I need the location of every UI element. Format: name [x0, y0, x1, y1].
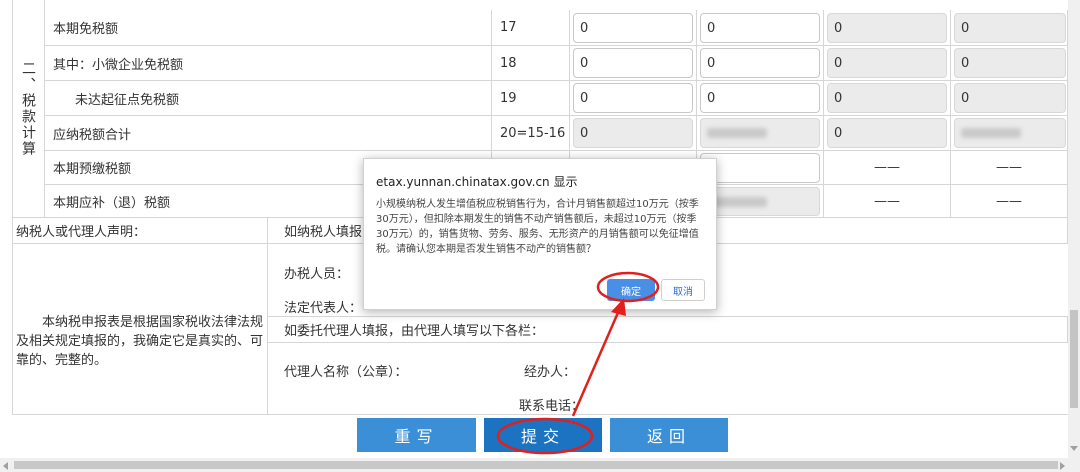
- submit-button[interactable]: 提交: [484, 418, 602, 452]
- row-19-input-3: 0: [827, 83, 947, 113]
- row-19-input-2[interactable]: 0: [700, 83, 820, 113]
- section-label: 二、税款计算: [20, 60, 36, 157]
- dialog-cancel-button[interactable]: 取消: [661, 279, 705, 301]
- horizontal-scrollbar[interactable]: [0, 458, 1080, 472]
- row-20-input-4: [954, 118, 1066, 148]
- dialog-title: etax.yunnan.chinatax.gov.cn 显示: [376, 175, 578, 189]
- row-20-input-1: 0: [573, 118, 693, 148]
- redacted-value: [961, 128, 1021, 138]
- row-line-17: 17: [492, 10, 570, 46]
- declaration-text: 本纳税申报表是根据国家税收法律法规及相关规定填报的，我确定它是真实的、可靠的、完…: [16, 315, 264, 368]
- agent-fill-header: 如委托代理人填报，由代理人填写以下各栏：: [268, 317, 1068, 343]
- dialog-ok-button[interactable]: 确定: [607, 279, 655, 301]
- row-18-input-4: 0: [954, 48, 1066, 78]
- dialog-message: 小规模纳税人发生增值税应税销售行为，合计月销售额超过10万元（按季30万元），但…: [376, 199, 699, 255]
- horizontal-scrollbar-thumb[interactable]: [14, 461, 1058, 469]
- row-17-input-2[interactable]: 0: [700, 13, 820, 43]
- section-label-cell: 二、税款计算: [12, 0, 45, 218]
- declaration-text-cell: 本纳税申报表是根据国家税收法律法规及相关规定填报的，我确定它是真实的、可靠的、完…: [12, 244, 268, 415]
- row-line-19: 19: [492, 81, 570, 116]
- scroll-down-arrow-icon[interactable]: [1070, 446, 1078, 451]
- back-button[interactable]: 返回: [610, 418, 728, 452]
- row-17-input-4: 0: [954, 13, 1066, 43]
- row-payable-col3: ——: [824, 185, 951, 218]
- dash-value: ——: [996, 160, 1022, 175]
- row-18-input-1[interactable]: 0: [573, 48, 693, 78]
- vertical-scrollbar-thumb[interactable]: [1070, 310, 1078, 408]
- row-line-20: 20=15-16: [492, 116, 570, 151]
- row-name-18: 其中：小微企业免税额: [45, 46, 492, 81]
- confirm-dialog: etax.yunnan.chinatax.gov.cn 显示 小规模纳税人发生增…: [363, 158, 717, 310]
- dash-value: ——: [874, 193, 900, 209]
- row-19-input-1[interactable]: 0: [573, 83, 693, 113]
- row-prepaid-col3: ——: [824, 151, 951, 185]
- row-18-input-3: 0: [827, 48, 947, 78]
- row-payable-input-2: [700, 187, 820, 216]
- agent-handler-label: 经办人：: [524, 365, 577, 380]
- agent-name-label: 代理人名称（公章）：: [284, 365, 408, 380]
- scroll-right-arrow-icon[interactable]: [1060, 462, 1065, 470]
- row-payable-col4: ——: [951, 185, 1068, 218]
- row-18-input-2[interactable]: 0: [700, 48, 820, 78]
- row-name-20: 应纳税额合计: [45, 116, 492, 151]
- row-prepaid-col4: ——: [951, 151, 1068, 185]
- dash-value: ——: [996, 193, 1022, 209]
- agent-phone-label: 联系电话：: [519, 399, 585, 414]
- row-name-17: 本期免税额: [45, 10, 492, 46]
- scroll-left-arrow-icon[interactable]: [3, 462, 8, 470]
- row-20-input-2: [700, 118, 820, 148]
- legal-rep-label: 法定代表人：: [284, 301, 363, 316]
- row-20-input-3: 0: [827, 118, 947, 148]
- row-name-19: 未达起征点免税额: [45, 81, 492, 116]
- vertical-scrollbar[interactable]: [1068, 0, 1080, 458]
- row-17-input-3: 0: [827, 13, 947, 43]
- declaration-header: 纳税人或代理人声明：: [12, 218, 268, 244]
- rewrite-button[interactable]: 重写: [357, 418, 476, 452]
- redacted-value: [707, 128, 767, 138]
- dash-value: ——: [874, 160, 900, 175]
- row-19-input-4: 0: [954, 83, 1066, 113]
- handler-label: 办税人员：: [284, 267, 350, 282]
- row-17-input-1[interactable]: 0: [573, 13, 693, 43]
- row-prepaid-input-2[interactable]: [700, 153, 820, 183]
- row-line-18: 18: [492, 46, 570, 81]
